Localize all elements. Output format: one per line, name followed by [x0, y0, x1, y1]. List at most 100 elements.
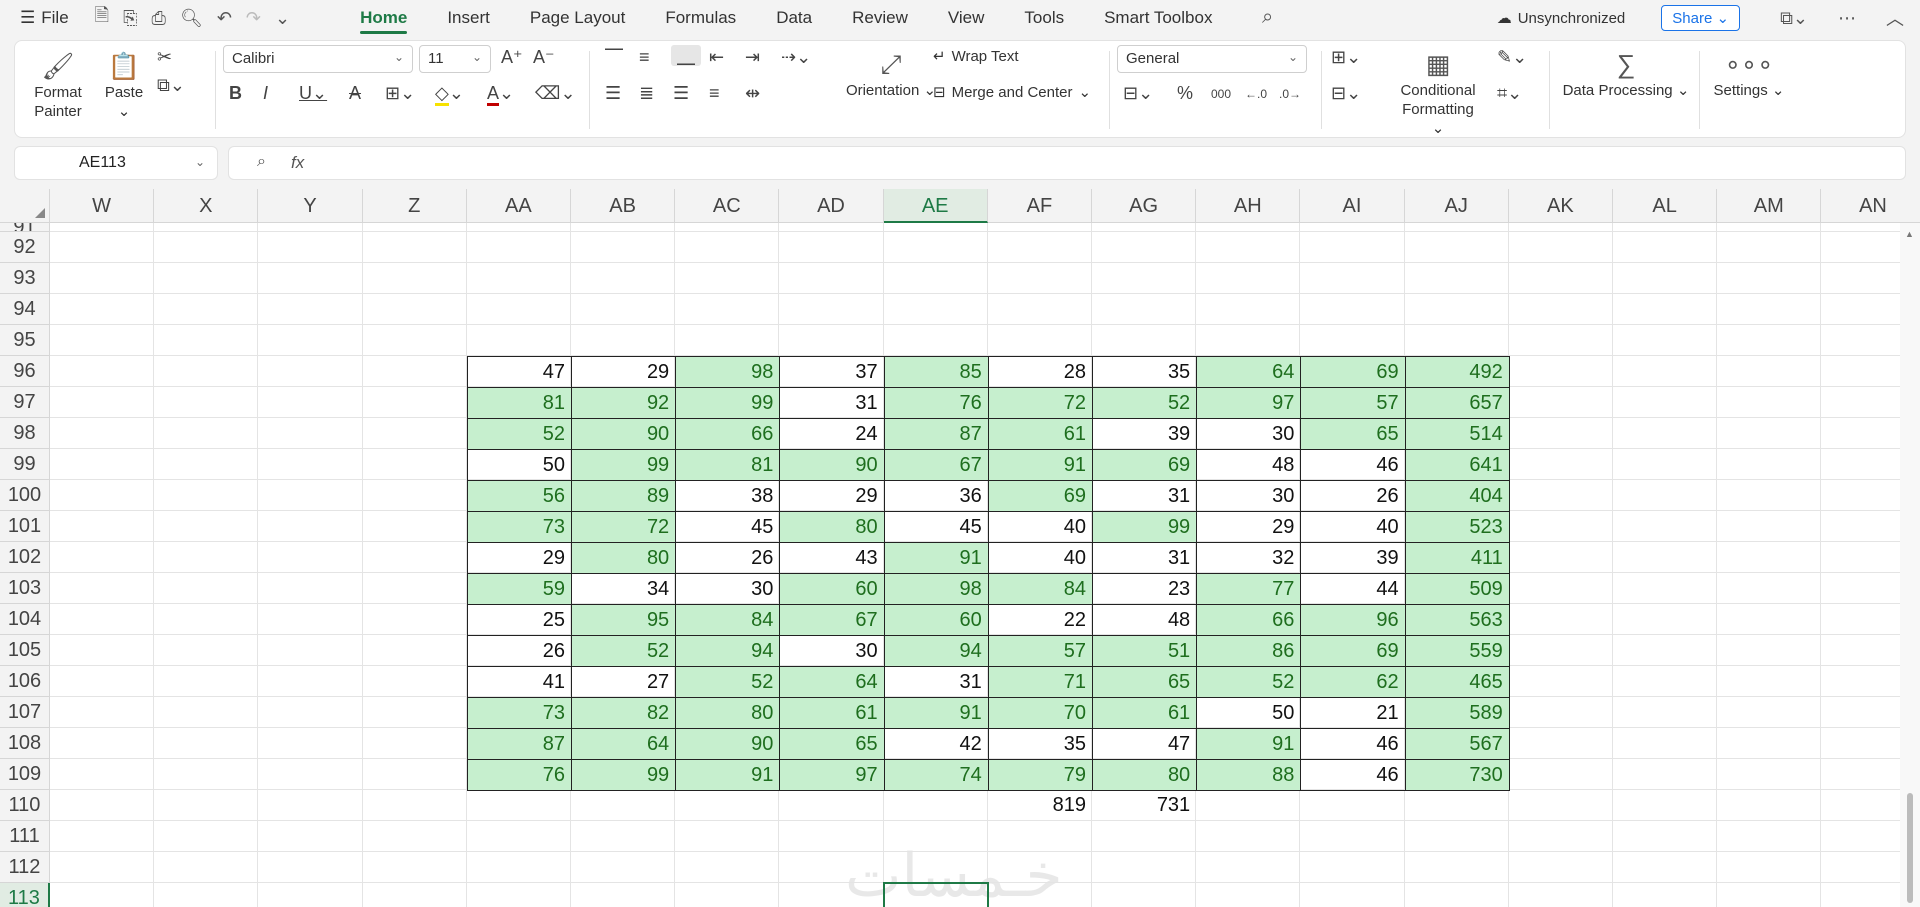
thousands-icon[interactable]: 000 — [1211, 87, 1231, 101]
table-cell[interactable]: 81 — [675, 449, 781, 481]
table-cell[interactable]: 61 — [779, 697, 885, 729]
table-cell[interactable]: 47 — [1092, 728, 1198, 760]
table-cell[interactable]: 69 — [1092, 449, 1198, 481]
table-cell[interactable]: 730 — [1404, 759, 1510, 791]
table-cell[interactable]: 40 — [987, 511, 1093, 543]
table-cell[interactable]: 97 — [779, 759, 885, 791]
table-cell[interactable]: 80 — [571, 542, 677, 574]
table-cell[interactable]: 87 — [883, 418, 989, 450]
table-cell[interactable]: 31 — [1092, 480, 1198, 512]
column-header-ak[interactable]: AK — [1508, 189, 1613, 223]
row-header-110[interactable]: 110 — [0, 790, 50, 821]
row-header-97[interactable]: 97 — [0, 387, 50, 418]
export-icon[interactable]: ⎘ — [123, 8, 137, 29]
font-size-select[interactable]: 11 ⌄ — [419, 45, 491, 73]
clear-format-icon[interactable]: ⌫⌄ — [535, 83, 576, 104]
table-cell[interactable]: 47 — [466, 356, 572, 388]
row-header-100[interactable]: 100 — [0, 480, 50, 511]
table-cell[interactable]: 65 — [779, 728, 885, 760]
redo-icon[interactable]: ↷ — [246, 8, 261, 29]
justify-icon[interactable]: ≡ — [709, 83, 720, 104]
table-cell[interactable]: 46 — [1300, 728, 1406, 760]
align-middle-icon[interactable]: ≡ — [639, 47, 650, 68]
table-cell[interactable]: 45 — [675, 511, 781, 543]
row-header-96[interactable]: 96 — [0, 356, 50, 387]
table-cell[interactable]: 99 — [571, 449, 677, 481]
table-cell[interactable]: 59 — [466, 573, 572, 605]
formula-input[interactable]: ⌕ fx — [228, 146, 1906, 180]
row-header-99[interactable]: 99 — [0, 449, 50, 480]
table-cell[interactable]: 51 — [1092, 635, 1198, 667]
table-cell[interactable]: 28 — [987, 356, 1093, 388]
table-cell[interactable]: 52 — [466, 418, 572, 450]
table-cell[interactable]: 30 — [1196, 480, 1302, 512]
italic-icon[interactable]: I — [263, 83, 268, 104]
decrease-indent-icon[interactable]: ⇤ — [709, 47, 724, 68]
table-cell[interactable]: 32 — [1196, 542, 1302, 574]
table-cell[interactable]: 56 — [466, 480, 572, 512]
table-cell[interactable]: 30 — [1196, 418, 1302, 450]
table-cell[interactable]: 29 — [1196, 511, 1302, 543]
table-cell[interactable]: 98 — [675, 356, 781, 388]
print-icon[interactable]: ⎙ — [152, 8, 166, 29]
table-cell[interactable]: 65 — [1300, 418, 1406, 450]
increase-indent-icon[interactable]: ⇥ — [745, 47, 760, 68]
table-cell[interactable]: 99 — [1092, 511, 1198, 543]
table-cell[interactable]: 492 — [1404, 356, 1510, 388]
table-cell[interactable]: 39 — [1300, 542, 1406, 574]
table-cell[interactable]: 98 — [883, 573, 989, 605]
column-header-am[interactable]: AM — [1717, 189, 1822, 223]
tab-smart-toolbox[interactable]: Smart Toolbox — [1084, 0, 1232, 36]
table-cell[interactable]: 26 — [466, 635, 572, 667]
tab-tools[interactable]: Tools — [1004, 0, 1084, 36]
row-header-91[interactable]: 91 — [0, 223, 50, 232]
table-cell[interactable]: 52 — [571, 635, 677, 667]
table-cell[interactable]: 72 — [571, 511, 677, 543]
table-cell[interactable]: 72 — [987, 387, 1093, 419]
table-cell[interactable]: 40 — [1300, 511, 1406, 543]
tab-data[interactable]: Data — [756, 0, 832, 36]
column-header-z[interactable]: Z — [362, 189, 467, 223]
table-cell[interactable]: 46 — [1300, 449, 1406, 481]
table-cell[interactable]: 81 — [466, 387, 572, 419]
table-cell[interactable]: 24 — [779, 418, 885, 450]
table-cell[interactable]: 61 — [987, 418, 1093, 450]
name-box[interactable]: AE113 ⌄ — [14, 146, 218, 180]
table-cell[interactable]: 67 — [883, 449, 989, 481]
table-cell[interactable]: 64 — [571, 728, 677, 760]
table-cell[interactable]: 90 — [675, 728, 781, 760]
column-header-al[interactable]: AL — [1613, 189, 1718, 223]
table-cell[interactable]: 25 — [466, 604, 572, 636]
table-cell[interactable]: 31 — [883, 666, 989, 698]
table-cell[interactable]: 92 — [571, 387, 677, 419]
column-header-aj[interactable]: AJ — [1404, 189, 1509, 223]
table-cell[interactable]: 60 — [883, 604, 989, 636]
table-cell[interactable]: 52 — [675, 666, 781, 698]
strikethrough-icon[interactable]: A — [349, 83, 361, 104]
align-bottom-icon[interactable]: ⎽ — [671, 45, 701, 66]
table-cell[interactable]: 589 — [1404, 697, 1510, 729]
tab-view[interactable]: View — [928, 0, 1005, 36]
table-cell[interactable]: 66 — [675, 418, 781, 450]
table-cell[interactable]: 64 — [1196, 356, 1302, 388]
select-all-corner[interactable] — [0, 189, 50, 223]
table-cell[interactable]: 563 — [1404, 604, 1510, 636]
table-cell[interactable]: 82 — [571, 697, 677, 729]
table-cell[interactable]: 79 — [987, 759, 1093, 791]
table-cell[interactable]: 90 — [571, 418, 677, 450]
table-cell[interactable]: 641 — [1404, 449, 1510, 481]
crop-icon[interactable]: ⌗⌄ — [1497, 83, 1522, 104]
data-processing-button[interactable]: ∑ Data Processing ⌄ — [1561, 49, 1691, 100]
table-cell[interactable]: 91 — [987, 449, 1093, 481]
row-header-101[interactable]: 101 — [0, 511, 50, 542]
table-cell[interactable]: 70 — [987, 697, 1093, 729]
fx-icon[interactable]: fx — [291, 153, 304, 173]
table-cell[interactable]: 559 — [1404, 635, 1510, 667]
font-color-icon[interactable]: A⌄ — [487, 83, 514, 106]
decrease-decimal-icon[interactable]: .0→ — [1279, 87, 1301, 101]
table-cell[interactable]: 97 — [1196, 387, 1302, 419]
table-cell[interactable]: 57 — [1300, 387, 1406, 419]
table-cell[interactable]: 44 — [1300, 573, 1406, 605]
column-header-y[interactable]: Y — [258, 189, 363, 223]
wrap-text-button[interactable]: ↵ Wrap Text — [933, 47, 1019, 66]
